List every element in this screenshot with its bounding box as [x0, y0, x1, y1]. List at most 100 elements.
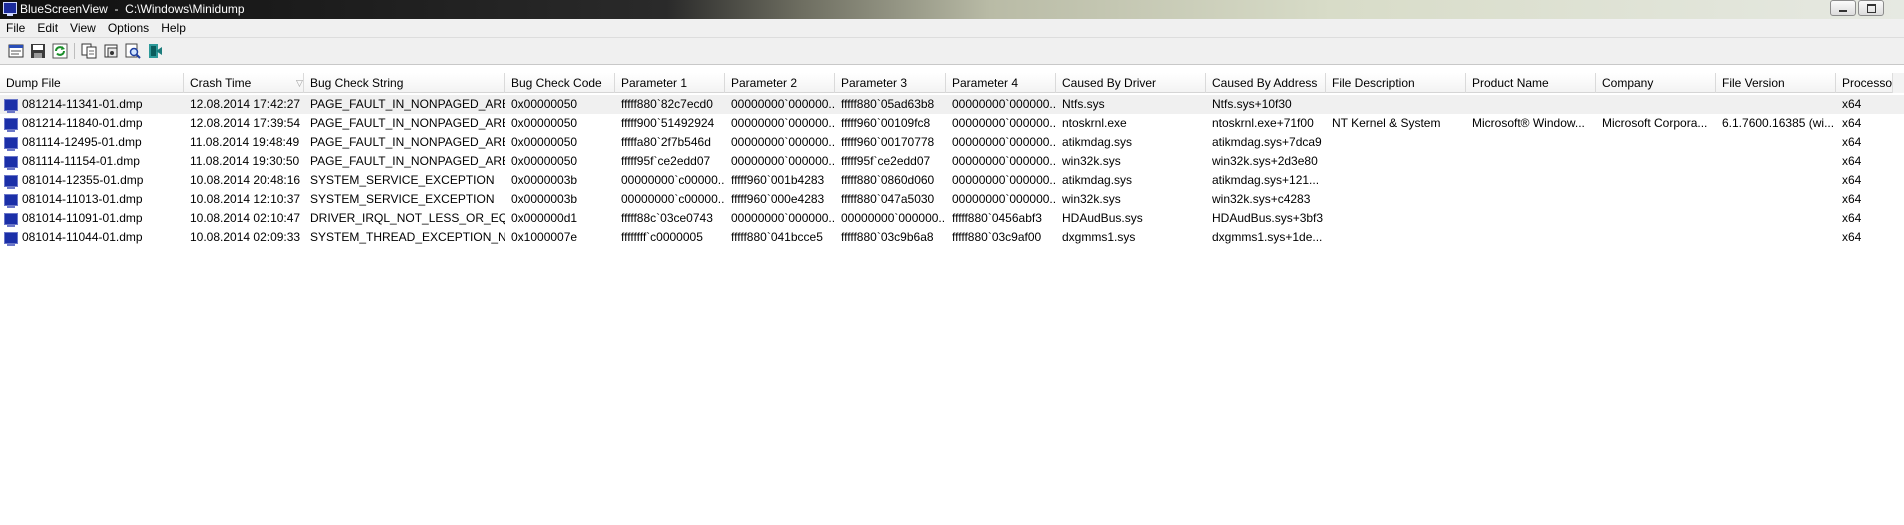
dump-file-icon: [4, 136, 18, 151]
save-button[interactable]: [28, 42, 48, 60]
exit-button[interactable]: [145, 42, 165, 60]
toolbar-separator: [74, 43, 75, 59]
table-cell: fffff880`0456abf3: [952, 211, 1042, 225]
header-bug-check-string[interactable]: Bug Check String: [304, 73, 505, 93]
table-cell: SYSTEM_THREAD_EXCEPTION_N...: [310, 230, 505, 244]
toolbar: [0, 37, 1904, 65]
table-cell: 081214-11341-01.dmp: [0, 95, 184, 114]
header-crash-time-label: Crash Time: [190, 76, 252, 90]
table-cell: x64: [1842, 230, 1862, 244]
table-cell: [1466, 209, 1596, 228]
table-cell: fffffa80`2f7b546d: [621, 135, 711, 149]
dump-file-name: 081014-11044-01.dmp: [22, 230, 143, 244]
table-cell: [1466, 190, 1596, 209]
exit-icon: [149, 44, 162, 58]
table-cell: 6.1.7600.16385 (wi...: [1722, 116, 1835, 130]
minimize-button[interactable]: [1830, 0, 1856, 16]
find-icon: [125, 43, 141, 59]
table-cell: 00000000`000000...: [952, 154, 1056, 168]
table-cell: 11.08.2014 19:48:49: [190, 135, 300, 149]
header-caused-by-driver[interactable]: Caused By Driver: [1056, 73, 1206, 93]
table-cell: 0x00000050: [511, 135, 578, 149]
header-product-name[interactable]: Product Name: [1466, 73, 1596, 93]
dump-file-icon: [4, 174, 18, 189]
table-cell: [1596, 171, 1716, 190]
maximize-button[interactable]: [1858, 0, 1884, 16]
header-parameter-3[interactable]: Parameter 3: [835, 73, 946, 93]
refresh-icon: [52, 43, 68, 59]
table-cell: dxgmms1.sys+1de...: [1212, 230, 1323, 244]
table-cell: [1596, 133, 1716, 152]
dump-file-icon: [4, 155, 18, 170]
header-file-version[interactable]: File Version: [1716, 73, 1836, 93]
table-cell: 0x0000003b: [511, 192, 578, 206]
header-parameter-1[interactable]: Parameter 1: [615, 73, 725, 93]
table-cell: 00000000`000000...: [731, 97, 835, 111]
table-row[interactable]: 081114-11154-01.dmp 11.08.2014 19:30:50 PA…: [0, 152, 1904, 171]
table-cell: 0x0000003b: [511, 173, 578, 187]
table-row[interactable]: 081014-11013-01.dmp 10.08.2014 12:10:37 SY…: [0, 190, 1904, 209]
menu-view[interactable]: View: [64, 21, 102, 35]
table-row[interactable]: 081014-11091-01.dmp 10.08.2014 02:10:47 DR…: [0, 209, 1904, 228]
table-cell: 081014-11044-01.dmp: [0, 228, 184, 247]
header-dump-file[interactable]: Dump File: [0, 73, 184, 93]
table-cell: [1466, 152, 1596, 171]
header-parameter-2[interactable]: Parameter 2: [725, 73, 835, 93]
table-cell: fffff880`05ad63b8: [841, 97, 935, 111]
find-button[interactable]: [123, 42, 143, 60]
crash-dump-list[interactable]: 081214-11341-01.dmp 12.08.2014 17:42:27 PA…: [0, 95, 1904, 247]
table-cell: 00000000`000000...: [952, 97, 1056, 111]
refresh-button[interactable]: [50, 42, 70, 60]
table-cell: HDAudBus.sys+3bf3: [1212, 211, 1324, 225]
header-company[interactable]: Company: [1596, 73, 1716, 93]
table-row[interactable]: 081214-11341-01.dmp 12.08.2014 17:42:27 PA…: [0, 95, 1904, 114]
header-crash-time[interactable]: Crash Time ▽: [184, 73, 304, 93]
menu-edit[interactable]: Edit: [31, 21, 64, 35]
dump-file-icon: [4, 212, 18, 227]
table-cell: PAGE_FAULT_IN_NONPAGED_AREA: [310, 116, 505, 130]
properties-button[interactable]: [6, 42, 26, 60]
table-cell: 00000000`000000...: [952, 173, 1056, 187]
copy-button[interactable]: [79, 42, 99, 60]
table-cell: HDAudBus.sys: [1062, 211, 1143, 225]
table-cell: fffff960`001b4283: [731, 173, 825, 187]
html-report-icon: [104, 44, 118, 58]
table-row[interactable]: 081214-11840-01.dmp 12.08.2014 17:39:54 PA…: [0, 114, 1904, 133]
table-cell: 00000000`000000...: [731, 154, 835, 168]
table-row[interactable]: 081114-12495-01.dmp 11.08.2014 19:48:49 PA…: [0, 133, 1904, 152]
properties-icon: [8, 44, 24, 58]
header-processor[interactable]: Processor: [1836, 73, 1896, 93]
table-cell: SYSTEM_SERVICE_EXCEPTION: [310, 192, 495, 206]
table-cell: fffff900`51492924: [621, 116, 715, 130]
copy-icon: [81, 43, 97, 59]
header-file-description[interactable]: File Description: [1326, 73, 1466, 93]
header-bug-check-code[interactable]: Bug Check Code: [505, 73, 615, 93]
html-report-button[interactable]: [101, 42, 121, 60]
dump-file-name: 081014-11013-01.dmp: [22, 192, 143, 206]
table-cell: 081214-11840-01.dmp: [0, 114, 184, 133]
dump-file-name: 081214-11840-01.dmp: [22, 116, 143, 130]
table-cell: 00000000`000000...: [952, 116, 1056, 130]
table-cell: [1596, 95, 1716, 114]
table-row[interactable]: 081014-12355-01.dmp 10.08.2014 20:48:16 SY…: [0, 171, 1904, 190]
table-cell: [1716, 152, 1836, 171]
table-cell: 00000000`000000...: [841, 211, 946, 225]
menu-file[interactable]: File: [0, 21, 31, 35]
table-cell: x64: [1842, 97, 1862, 111]
menu-options[interactable]: Options: [102, 21, 155, 35]
table-row[interactable]: 081014-11044-01.dmp 10.08.2014 02:09:33 SY…: [0, 228, 1904, 247]
table-cell: fffff880`03c9af00: [952, 230, 1042, 244]
table-cell: [1326, 228, 1466, 247]
table-cell: [1716, 228, 1836, 247]
table-cell: fffff95f`ce2edd07: [621, 154, 711, 168]
table-cell: [1716, 171, 1836, 190]
table-cell: 10.08.2014 12:10:37: [190, 192, 301, 206]
header-caused-by-address[interactable]: Caused By Address: [1206, 73, 1326, 93]
header-parameter-4[interactable]: Parameter 4: [946, 73, 1056, 93]
menu-help[interactable]: Help: [155, 21, 192, 35]
table-cell: fffff960`00109fc8: [841, 116, 931, 130]
table-cell: fffff880`0860d060: [841, 173, 935, 187]
table-cell: 00000000`000000...: [731, 211, 835, 225]
table-cell: ffffffff`c0000005: [621, 230, 703, 244]
header-scroll-filler: [1892, 73, 1904, 93]
